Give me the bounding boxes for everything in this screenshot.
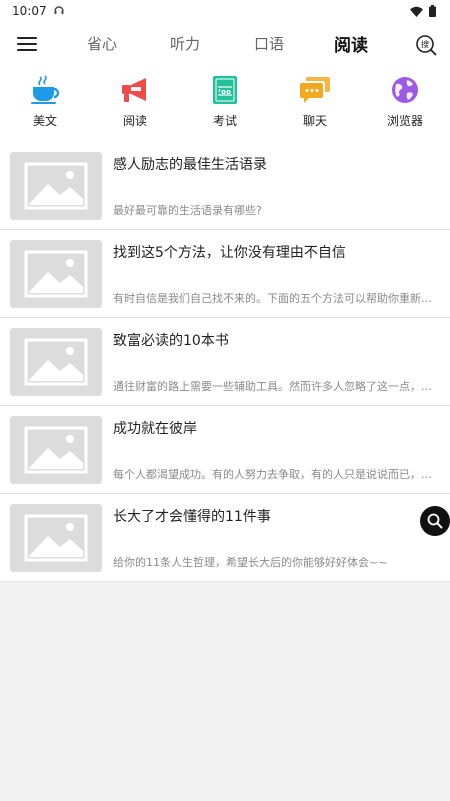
article-list: 感人励志的最佳生活语录 最好最可靠的生活语录有哪些? 找到这5个方法，让你没有理… — [0, 142, 450, 582]
floating-search-button[interactable] — [420, 506, 450, 536]
article-item[interactable]: 成功就在彼岸 每个人都渴望成功。有的人努力去争取，有的人只是说说而已，什么都不做 — [0, 406, 450, 494]
headset-icon — [53, 4, 65, 19]
article-item[interactable]: 长大了才会懂得的11件事 给你的11条人生哲理，希望长大后的你能够好好体会~~ — [0, 494, 450, 582]
wifi-icon — [410, 2, 423, 21]
magnifier-icon — [427, 513, 443, 529]
category-row: 美文 阅读 考试 聊天 浏览器 — [0, 66, 450, 142]
article-desc: 通往财富的路上需要一些辅助工具。然而许多人忽略了这一点，错过了很多 — [113, 380, 438, 393]
coffee-cup-icon — [29, 74, 61, 106]
battery-icon — [429, 2, 436, 21]
category-label: 浏览器 — [386, 114, 423, 128]
article-title: 找到这5个方法，让你没有理由不自信 — [113, 245, 346, 261]
category-label: 考试 — [212, 114, 237, 128]
status-bar: 10:07 — [0, 0, 450, 22]
chat-bubbles-icon — [299, 74, 331, 106]
article-title: 长大了才会懂得的11件事 — [113, 509, 271, 525]
category-label: 聊天 — [302, 114, 327, 128]
article-title: 感人励志的最佳生活语录 — [113, 157, 267, 173]
article-item[interactable]: 感人励志的最佳生活语录 最好最可靠的生活语录有哪些? — [0, 142, 450, 230]
article-item[interactable]: 找到这5个方法，让你没有理由不自信 有时自信是我们自己找不来的。下面的五个方法可… — [0, 230, 450, 318]
category-yuedu[interactable]: 阅读 — [105, 74, 165, 129]
image-placeholder-icon — [10, 152, 102, 220]
category-kaoshi[interactable]: 考试 — [195, 74, 255, 129]
tab-kouyu[interactable]: 口语 — [254, 33, 284, 54]
image-placeholder-icon — [10, 504, 102, 572]
search-button[interactable]: 搜 — [415, 34, 437, 56]
app-screen: 10:07 省心 听力 口语 阅读 搜 美文 阅读 考试 聊天 浏览器 感人励志… — [0, 0, 450, 801]
header-area: 10:07 省心 听力 口语 阅读 搜 美文 阅读 考试 聊天 浏览器 — [0, 0, 450, 142]
category-label: 阅读 — [122, 114, 147, 128]
image-placeholder-icon — [10, 240, 102, 308]
globe-icon — [389, 74, 421, 106]
article-desc: 每个人都渴望成功。有的人努力去争取，有的人只是说说而已，什么都不做 — [113, 468, 438, 481]
score-book-icon — [209, 74, 241, 106]
search-icon: 搜 — [416, 35, 437, 56]
category-browser[interactable]: 浏览器 — [375, 74, 435, 129]
tab-shengxin[interactable]: 省心 — [87, 33, 117, 54]
tab-yuedu[interactable]: 阅读 — [334, 31, 368, 56]
tab-tingli[interactable]: 听力 — [170, 33, 200, 54]
article-title: 致富必读的10本书 — [113, 333, 229, 349]
article-desc: 最好最可靠的生活语录有哪些? — [113, 204, 262, 217]
search-icon-glyph: 搜 — [421, 39, 429, 49]
status-time: 10:07 — [12, 4, 47, 18]
status-right — [410, 2, 436, 21]
image-placeholder-icon — [10, 416, 102, 484]
category-meiwen[interactable]: 美文 — [15, 74, 75, 129]
top-nav: 省心 听力 口语 阅读 搜 — [0, 22, 450, 66]
category-label: 美文 — [32, 114, 57, 128]
image-placeholder-icon — [10, 328, 102, 396]
article-desc: 给你的11条人生哲理，希望长大后的你能够好好体会~~ — [113, 556, 388, 569]
status-left: 10:07 — [12, 4, 65, 19]
article-item[interactable]: 致富必读的10本书 通往财富的路上需要一些辅助工具。然而许多人忽略了这一点，错过… — [0, 318, 450, 406]
article-title: 成功就在彼岸 — [113, 421, 197, 437]
megaphone-icon — [119, 74, 151, 106]
menu-icon[interactable] — [17, 37, 37, 51]
category-liaotian[interactable]: 聊天 — [285, 74, 345, 129]
article-desc: 有时自信是我们自己找不来的。下面的五个方法可以帮助你重新找回自信 — [113, 292, 438, 305]
